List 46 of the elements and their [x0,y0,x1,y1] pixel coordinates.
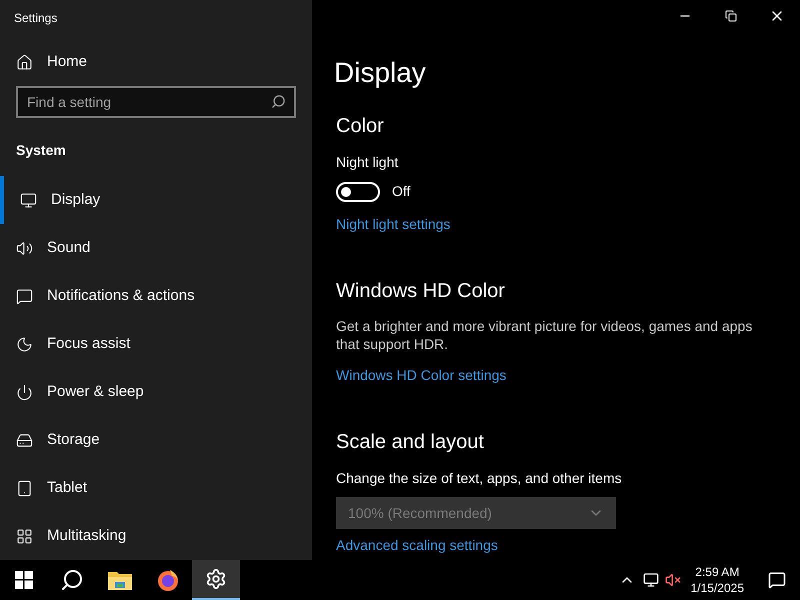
restore-icon [725,10,737,22]
nav-item[interactable]: Display [0,176,312,224]
setting-label: Change the size of text, apps, and other items [336,469,623,488]
nav-item[interactable]: Sound [0,224,312,272]
section-heading: Scale and layout [336,430,485,455]
nav-item[interactable]: Multitasking [0,512,312,560]
section-label: System [15,141,67,160]
section-description: Get a brighter and more vibrant picture for videos, games and apps that support HDR. [336,317,754,353]
storage-icon [16,432,33,448]
tablet-icon [16,480,33,496]
sound-icon [16,240,33,256]
nav-item[interactable]: Tablet [0,464,312,512]
moon-icon [16,336,33,352]
search-icon [271,94,286,110]
nav-item[interactable]: Notifications & actions [0,272,312,320]
settings-link[interactable]: Night light settings [336,214,776,235]
multitasking-icon [16,528,33,544]
settings-link[interactable]: Windows HD Color settings [336,365,776,386]
toggle-switch[interactable] [336,182,380,202]
home-link[interactable]: Home [0,51,312,74]
network-icon[interactable] [642,572,659,588]
search-icon [60,568,84,592]
notifications-icon [16,288,33,304]
browser-logo-icon [156,568,180,592]
gear-icon [205,568,227,590]
clock[interactable]: 2:59 AM 1/15/2025 [680,564,754,596]
date-text: 1/15/2025 [690,580,744,596]
taskbar-button[interactable] [192,560,240,600]
window-title: Settings [13,10,58,27]
notification-icon[interactable] [768,571,786,589]
folder-icon [108,570,132,590]
search-field[interactable]: Find a setting [16,86,296,118]
toggle-state: Off [392,182,410,201]
power-icon [16,384,33,400]
windows-logo-icon [15,571,33,589]
nav-item[interactable]: Focus assist [0,320,312,368]
home-icon [16,54,33,72]
page-title: Display [334,56,427,90]
volume-muted-icon[interactable] [664,572,681,588]
nav-item[interactable]: Storage [0,416,312,464]
time-text: 2:59 AM [695,564,740,580]
section-heading: Windows HD Color [336,279,506,304]
nav-item[interactable]: Power & sleep [0,368,312,416]
setting-label: Night light [336,153,400,172]
display-icon [20,192,37,208]
section-heading: Color [336,114,385,139]
